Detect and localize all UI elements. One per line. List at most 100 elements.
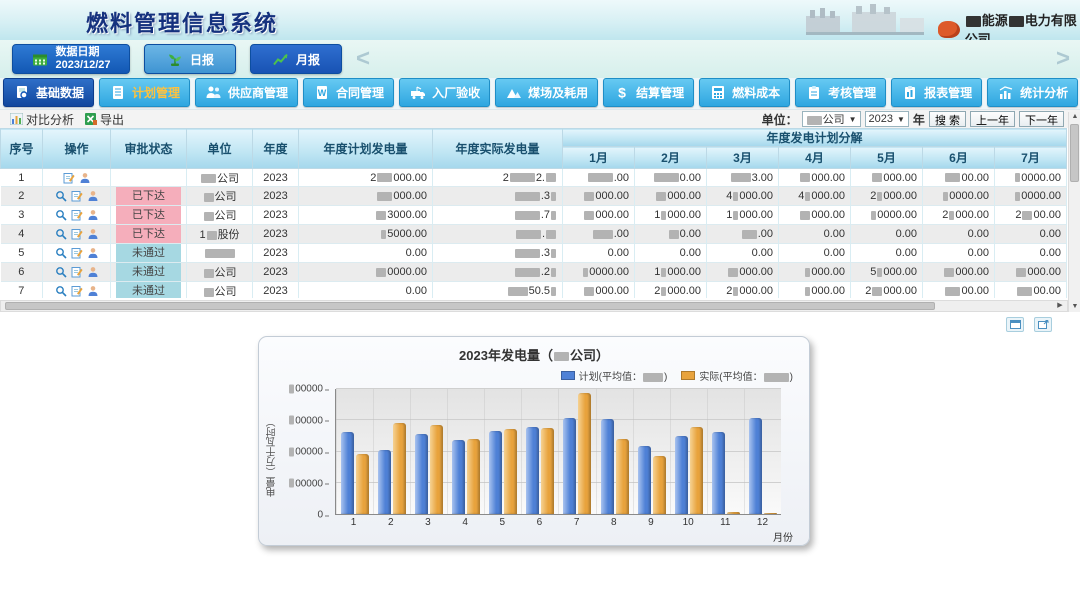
svg-text:$: $: [618, 85, 626, 100]
unit-select[interactable]: 公司 ▼: [802, 111, 861, 127]
year-cell: 2023: [253, 244, 299, 263]
column-header: 年度计划发电量: [299, 129, 433, 169]
horizontal-scrollbar-thumb[interactable]: [5, 302, 935, 310]
edit-icon[interactable]: [71, 228, 83, 240]
daily-report-button[interactable]: 日报: [144, 44, 236, 74]
tab-计划管理[interactable]: 计划管理: [99, 78, 190, 107]
restore-window-icon[interactable]: [1006, 317, 1024, 332]
tab-基础数据[interactable]: 基础数据: [3, 78, 94, 107]
export-button[interactable]: 导出: [84, 111, 124, 128]
vertical-scrollbar-thumb[interactable]: [1070, 124, 1079, 182]
previous-year-button[interactable]: 上一年: [970, 111, 1015, 127]
bar-group-month-5: [484, 389, 521, 514]
tab-统计分析[interactable]: 统计分析: [987, 78, 1078, 107]
edit-icon[interactable]: [63, 172, 75, 184]
table-row[interactable]: 1公司20232000.0022..000.003.00000.00000.00…: [1, 169, 1067, 187]
legend-swatch: [681, 371, 695, 380]
edit-icon[interactable]: [71, 190, 83, 202]
power-plant-image: [800, 2, 930, 40]
tab-入厂验收[interactable]: 入厂验收: [399, 78, 490, 107]
user-icon[interactable]: [87, 266, 99, 278]
month-value-cell: 0.00: [851, 225, 923, 244]
vertical-scrollbar[interactable]: ▲ ▼: [1068, 112, 1080, 312]
table-row[interactable]: 5未通过20230.00.30.000.000.000.000.000.000.…: [1, 244, 1067, 263]
plan-bar: [341, 432, 354, 514]
scrollbar-up-arrow-icon[interactable]: ▲: [1069, 112, 1080, 122]
search-icon[interactable]: [55, 247, 67, 259]
search-icon[interactable]: [55, 285, 67, 297]
tab-供应商管理[interactable]: 供应商管理: [195, 78, 298, 107]
month-value-cell: 2000.00: [635, 282, 707, 299]
actual-bar: [504, 429, 517, 514]
annual-actual-cell: 22.: [433, 169, 563, 187]
status-badge: 未通过: [116, 244, 181, 262]
list-icon: [109, 85, 127, 101]
table-row[interactable]: 4已下达1股份20235000.00..000.00.000.000.000.0…: [1, 225, 1067, 244]
tab-煤场及耗用[interactable]: 煤场及耗用: [495, 78, 598, 107]
table-row[interactable]: 7未通过公司20230.0050.5000.002000.002000.0000…: [1, 282, 1067, 299]
edit-icon[interactable]: [71, 266, 83, 278]
tab-合同管理[interactable]: W合同管理: [303, 78, 394, 107]
edit-icon[interactable]: [71, 285, 83, 297]
month-value-cell: 0.00: [635, 225, 707, 244]
chart-legend: 计划(平均值：)实际(平均值：): [561, 368, 793, 383]
user-icon[interactable]: [87, 228, 99, 240]
user-icon[interactable]: [87, 285, 99, 297]
month-value-cell: 000.00: [779, 169, 851, 187]
open-new-window-icon[interactable]: [1034, 317, 1052, 332]
annual-plan-cell: 0000.00: [299, 263, 433, 282]
month-value-cell: 200.00: [995, 206, 1067, 225]
edit-icon[interactable]: [71, 209, 83, 221]
month-value-cell: 4000.00: [707, 187, 779, 206]
app-header: 燃料管理信息系统 能源电力有限公司: [0, 0, 1080, 40]
user-icon[interactable]: [79, 172, 91, 184]
month-column-header: 2月: [635, 147, 707, 169]
horizontal-scrollbar[interactable]: ▶: [0, 300, 1068, 312]
month-value-cell: 0000.00: [923, 187, 995, 206]
month-value-cell: 2000.00: [923, 206, 995, 225]
tab-燃料成本[interactable]: 燃料成本: [699, 78, 790, 107]
annual-actual-cell: .3: [433, 187, 563, 206]
tab-label: 供应商管理: [228, 84, 288, 101]
monthly-report-button[interactable]: 月报: [250, 44, 342, 74]
search-icon[interactable]: [55, 209, 67, 221]
table-row[interactable]: 3已下达公司20233000.00.7000.001000.001000.000…: [1, 206, 1067, 225]
user-icon[interactable]: [87, 190, 99, 202]
scroll-right-icon[interactable]: >: [1056, 44, 1070, 74]
compare-analysis-button[interactable]: 对比分析: [10, 111, 74, 128]
chart-plot-area: [335, 389, 781, 515]
annual-actual-cell: 50.5: [433, 282, 563, 299]
x-tick-label: 2: [372, 517, 409, 528]
search-button[interactable]: 搜 索: [929, 111, 966, 127]
table-row[interactable]: 6未通过公司20230000.00.20000.001000.00000.000…: [1, 263, 1067, 282]
x-tick-label: 11: [707, 517, 744, 528]
data-date-button[interactable]: 数据日期 2023/12/27: [12, 44, 130, 74]
month-value-cell: 000.00: [779, 206, 851, 225]
search-icon[interactable]: [55, 228, 67, 240]
column-header: 序号: [1, 129, 43, 169]
row-number: 2: [1, 187, 43, 206]
tab-考核管理[interactable]: 考核管理: [795, 78, 886, 107]
scrollbar-right-arrow-icon[interactable]: ▶: [1054, 301, 1066, 311]
unit-cell: 公司: [187, 169, 253, 187]
user-icon[interactable]: [87, 209, 99, 221]
actual-bar: [467, 439, 480, 514]
plan-bar: [415, 434, 428, 514]
next-year-button[interactable]: 下一年: [1019, 111, 1064, 127]
app-window: 燃料管理信息系统 能源电力有限公司 数据日期 2023/12/27: [0, 0, 1080, 597]
tab-结算管理[interactable]: $ 结算管理: [603, 78, 694, 107]
tab-label: 结算管理: [636, 84, 684, 101]
tab-报表管理[interactable]: 报表管理: [891, 78, 982, 107]
search-icon[interactable]: [55, 190, 67, 202]
table-row[interactable]: 2已下达公司2023000.00.3000.00000.004000.00400…: [1, 187, 1067, 206]
company-name: 能源电力有限公司: [965, 10, 1080, 40]
unit-cell: [187, 244, 253, 263]
scrollbar-down-arrow-icon[interactable]: ▼: [1069, 302, 1080, 312]
scroll-left-icon[interactable]: <: [356, 44, 370, 74]
user-icon[interactable]: [87, 247, 99, 259]
year-select[interactable]: 2023 ▼: [865, 111, 909, 127]
doc-search-icon: [13, 85, 31, 101]
search-icon[interactable]: [55, 266, 67, 278]
month-value-cell: 00.00: [923, 169, 995, 187]
edit-icon[interactable]: [71, 247, 83, 259]
